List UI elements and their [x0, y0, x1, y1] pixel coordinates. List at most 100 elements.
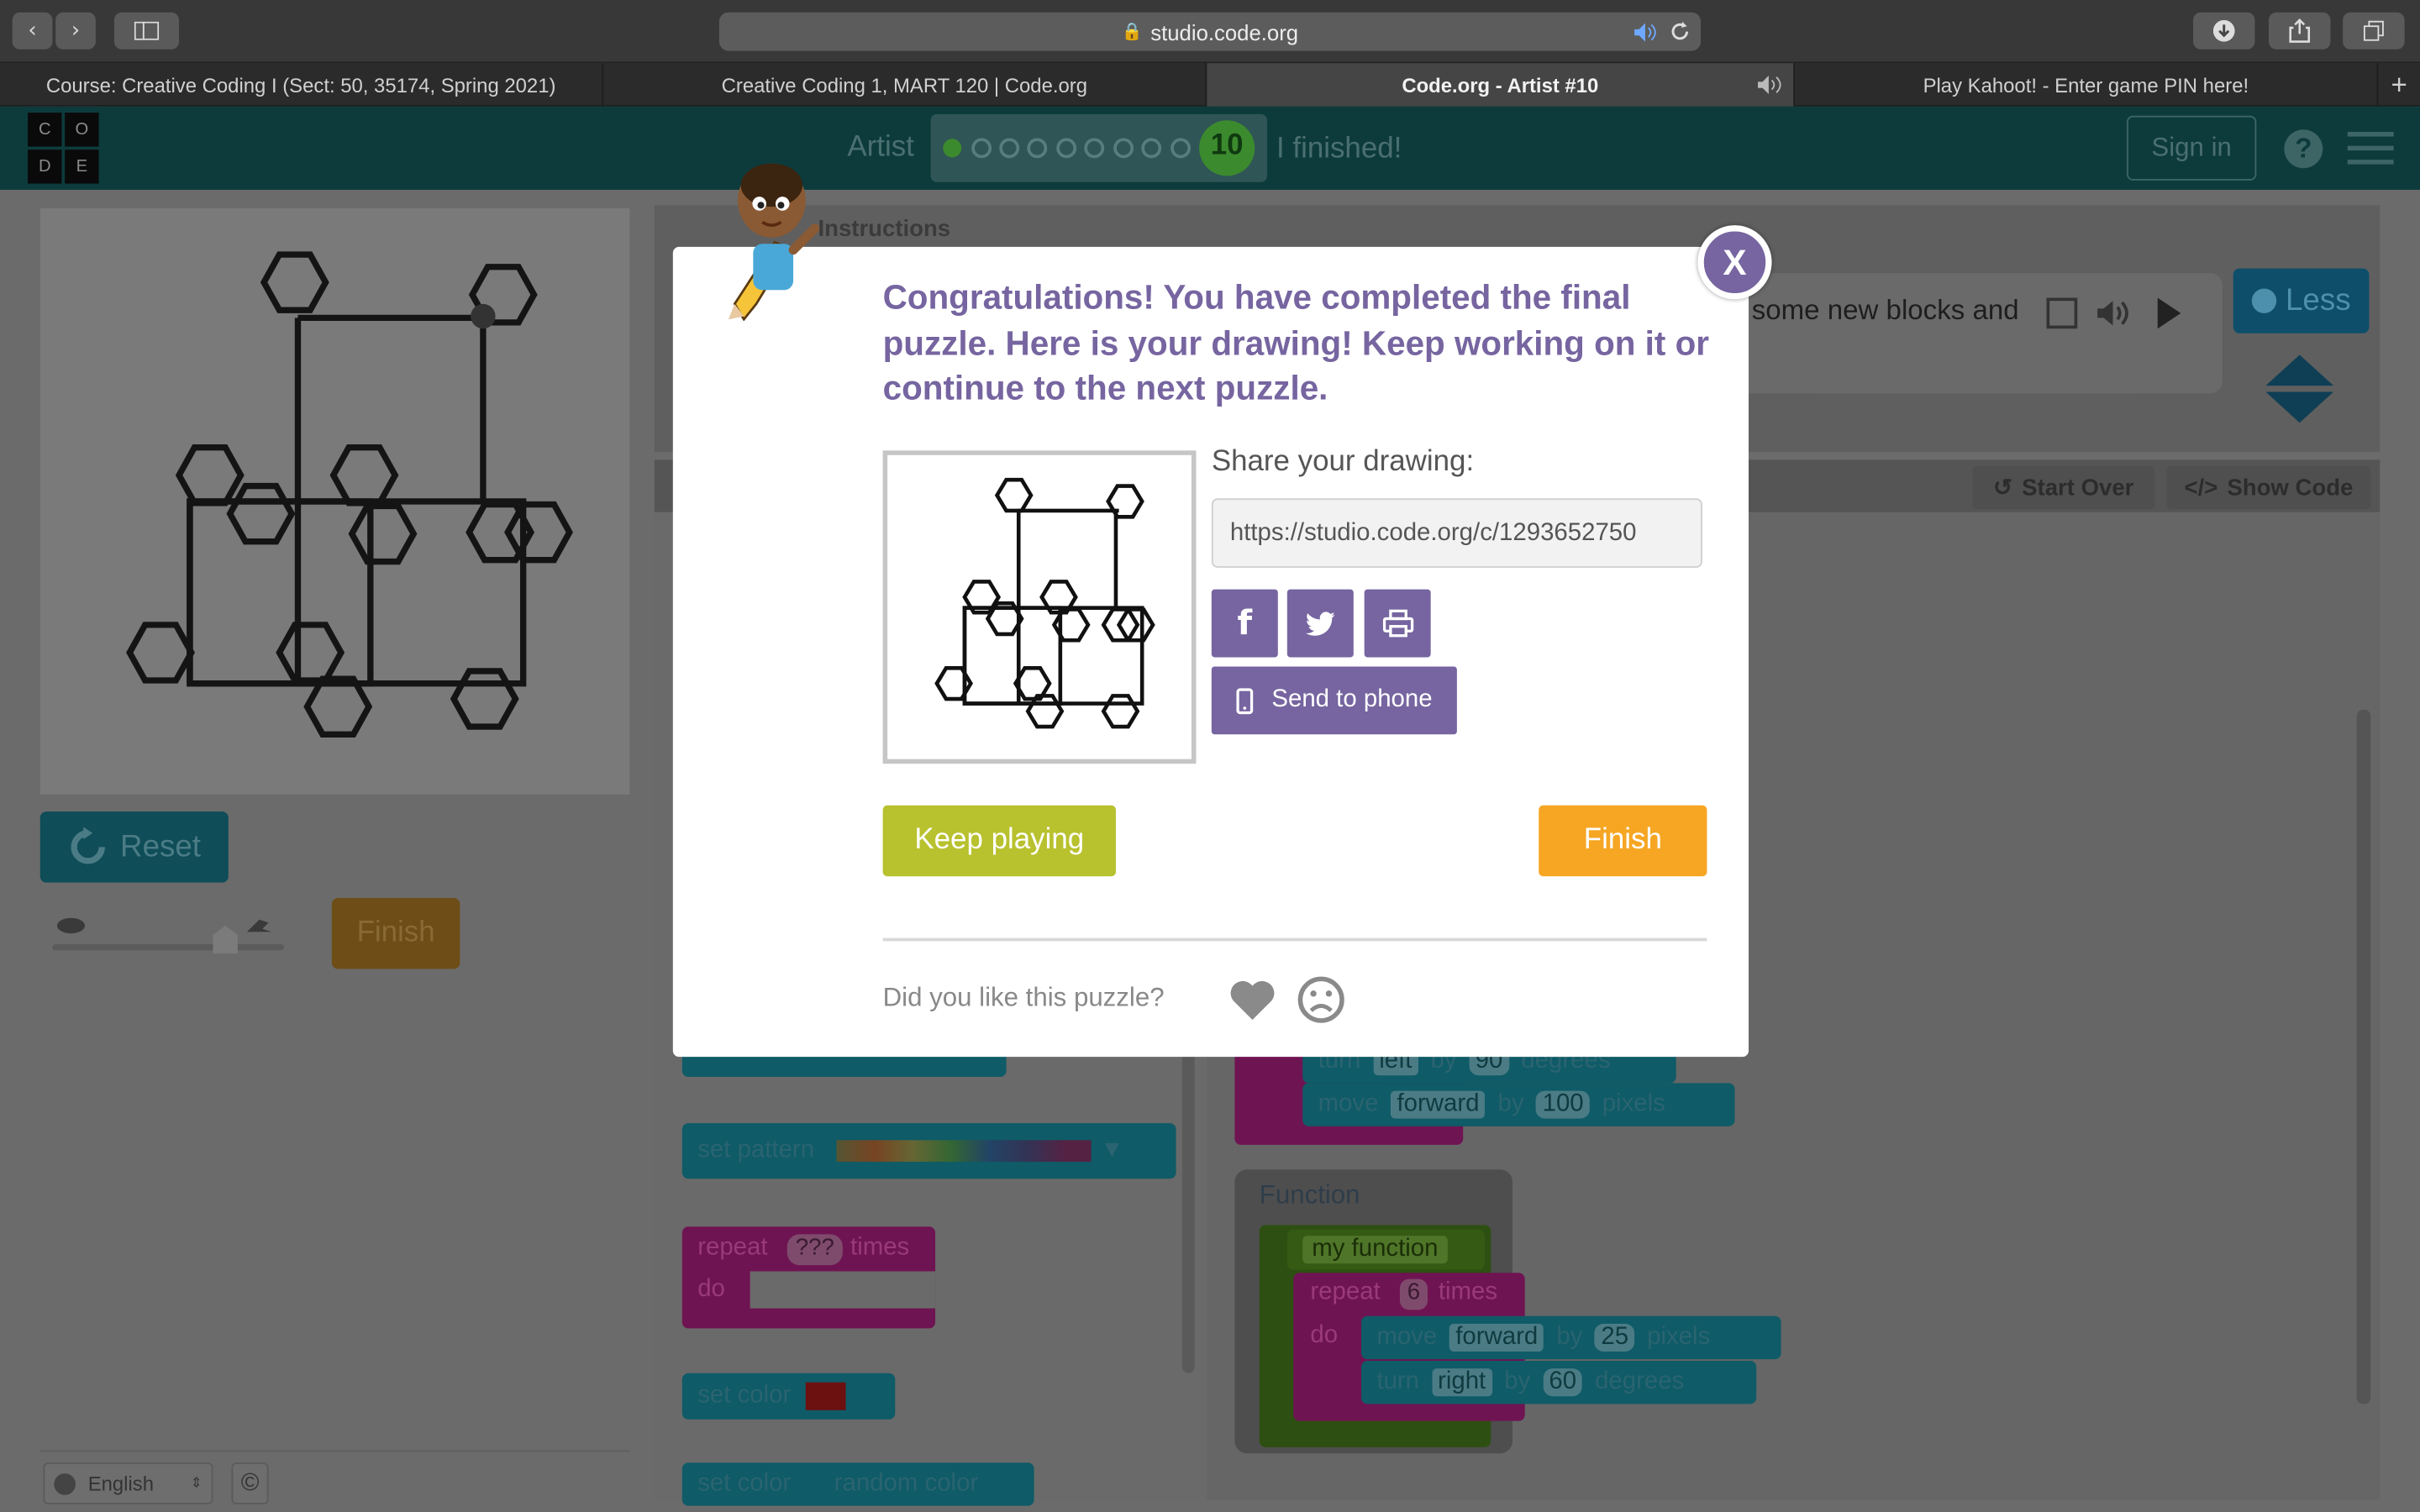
copyright-button[interactable]: ©: [231, 1462, 269, 1504]
downloads-button[interactable]: [2192, 12, 2255, 50]
reset-button[interactable]: Reset: [39, 811, 229, 883]
finish-button[interactable]: Finish: [1539, 805, 1707, 877]
stage-finish-button[interactable]: Finish: [331, 897, 460, 969]
chevron-up-icon: [2251, 288, 2276, 313]
distance-field[interactable]: 25: [1595, 1323, 1635, 1352]
undo-icon: ↺: [1993, 475, 2013, 501]
address-bar[interactable]: 🔒 studio.code.org: [718, 12, 1702, 51]
tab-kahoot[interactable]: Play Kahoot! - Enter game PIN here!: [1795, 63, 2379, 107]
move-block[interactable]: move forward by 25 pixels: [1360, 1315, 1781, 1360]
function-label: Function: [1259, 1180, 1360, 1210]
resize-handle-icon[interactable]: [2265, 354, 2334, 423]
drawing-thumbnail: [882, 450, 1197, 764]
move-block[interactable]: move forward by 100 pixels: [1302, 1083, 1735, 1126]
finished-label[interactable]: I finished!: [1276, 133, 1402, 166]
frown-icon[interactable]: [1297, 975, 1346, 1025]
times-label: times: [850, 1234, 910, 1261]
help-icon[interactable]: ?: [2284, 129, 2323, 169]
completion-dialog: Congratulations! You have completed the …: [672, 246, 1749, 1058]
keep-playing-button[interactable]: Keep playing: [882, 805, 1116, 877]
phone-icon: [1236, 687, 1254, 714]
lock-icon: 🔒: [1121, 23, 1144, 42]
tab-course[interactable]: Course: Creative Coding I (Sect: 50, 351…: [0, 63, 604, 107]
level-type: Artist: [847, 131, 914, 164]
print-button[interactable]: [1364, 589, 1431, 658]
repeat-count-field[interactable]: 6: [1399, 1278, 1428, 1310]
speaker-icon[interactable]: [1633, 22, 1657, 44]
random-color-label: random color: [834, 1470, 979, 1497]
start-over-button[interactable]: ↺ Start Over: [1972, 465, 2155, 510]
sign-in-button[interactable]: Sign in: [2127, 115, 2257, 181]
pixels-label: pixels: [1647, 1323, 1711, 1351]
by-label: by: [1504, 1368, 1531, 1395]
repeat-slot: [750, 1271, 936, 1309]
set-color-block[interactable]: set color: [681, 1373, 896, 1420]
twitter-share-button[interactable]: [1286, 589, 1354, 658]
hamburger-menu-icon[interactable]: [2347, 129, 2394, 166]
direction-dropdown[interactable]: forward: [1449, 1323, 1544, 1352]
back-button[interactable]: ‹: [12, 12, 53, 50]
function-name[interactable]: my function: [1302, 1236, 1448, 1264]
artist-character-icon: [728, 163, 820, 322]
instructions-text: some new blocks and: [1751, 294, 2019, 326]
tab-audio-icon[interactable]: [1756, 74, 1787, 96]
angle-field[interactable]: 60: [1543, 1368, 1583, 1397]
speaker-icon[interactable]: [2096, 297, 2136, 328]
move-label: move: [1318, 1090, 1379, 1117]
new-tab-button[interactable]: +: [2378, 63, 2420, 106]
less-label: Less: [2285, 283, 2351, 318]
show-code-button[interactable]: </> Show Code: [2166, 465, 2371, 510]
drawing-stage: [39, 207, 630, 795]
reset-label: Reset: [120, 829, 202, 864]
dialog-heading: Congratulations! You have completed the …: [882, 277, 1710, 407]
workspace-scrollbar[interactable]: [2356, 709, 2371, 1404]
footer-divider: [39, 1450, 630, 1452]
select-arrows-icon: ⇕: [190, 1474, 203, 1491]
sidebar-toggle-button[interactable]: [113, 12, 180, 50]
speed-slider[interactable]: [52, 913, 287, 959]
distance-field[interactable]: 100: [1536, 1090, 1591, 1119]
thumbnail-drawing: [934, 477, 1155, 729]
reload-icon[interactable]: [1669, 20, 1692, 44]
send-to-phone-label: Send to phone: [1271, 686, 1433, 713]
facebook-icon: f: [1237, 604, 1253, 643]
repeat-count-field[interactable]: ???: [786, 1234, 843, 1266]
tabs-overview-button[interactable]: [2343, 12, 2405, 50]
forward-button[interactable]: ›: [55, 12, 96, 50]
code-logo[interactable]: C O D E: [28, 113, 99, 184]
heart-icon[interactable]: [1228, 979, 1276, 1021]
tab-creative-coding[interactable]: Creative Coding 1, MART 120 | Code.org: [603, 63, 1207, 107]
reset-icon: [71, 827, 105, 864]
turn-block[interactable]: turn right by 60 degrees: [1360, 1360, 1757, 1404]
tab-artist[interactable]: Code.org - Artist #10: [1207, 63, 1796, 107]
level-number[interactable]: 10: [1199, 129, 1255, 163]
language-select[interactable]: English ⇕: [43, 1462, 213, 1504]
share-label: Share your drawing:: [1211, 445, 1475, 479]
send-to-phone-button[interactable]: Send to phone: [1211, 666, 1457, 735]
set-random-color-block[interactable]: set color random color: [681, 1462, 1034, 1506]
immersive-reader-icon[interactable]: [2045, 297, 2082, 330]
play-icon[interactable]: [2154, 297, 2182, 330]
set-color-label: set color: [697, 1382, 792, 1409]
facebook-share-button[interactable]: f: [1211, 589, 1278, 658]
feedback-prompt: Did you like this puzzle?: [882, 982, 1165, 1012]
times-label: times: [1438, 1278, 1498, 1305]
direction-dropdown[interactable]: forward: [1391, 1090, 1486, 1119]
set-pattern-block[interactable]: set pattern ▼: [681, 1123, 1176, 1179]
move-label: move: [1376, 1323, 1438, 1351]
by-label: by: [1556, 1323, 1583, 1351]
share-url-input[interactable]: https://studio.code.org/c/1293652750: [1211, 498, 1702, 568]
logo-letter: O: [65, 113, 99, 147]
degrees-label: degrees: [1595, 1368, 1685, 1395]
start-over-label: Start Over: [2022, 474, 2134, 501]
instructions-label: Instructions: [818, 216, 951, 243]
show-code-label: Show Code: [2227, 474, 2354, 501]
less-button[interactable]: Less: [2233, 268, 2370, 333]
share-button[interactable]: [2268, 12, 2331, 50]
language-value: English: [87, 1472, 155, 1495]
my-function-header[interactable]: my function: [1286, 1229, 1485, 1270]
set-pattern-label: set pattern: [697, 1137, 815, 1163]
direction-dropdown[interactable]: right: [1431, 1368, 1492, 1397]
stage-drawing: [126, 251, 573, 738]
close-dialog-button[interactable]: X: [1697, 225, 1772, 300]
